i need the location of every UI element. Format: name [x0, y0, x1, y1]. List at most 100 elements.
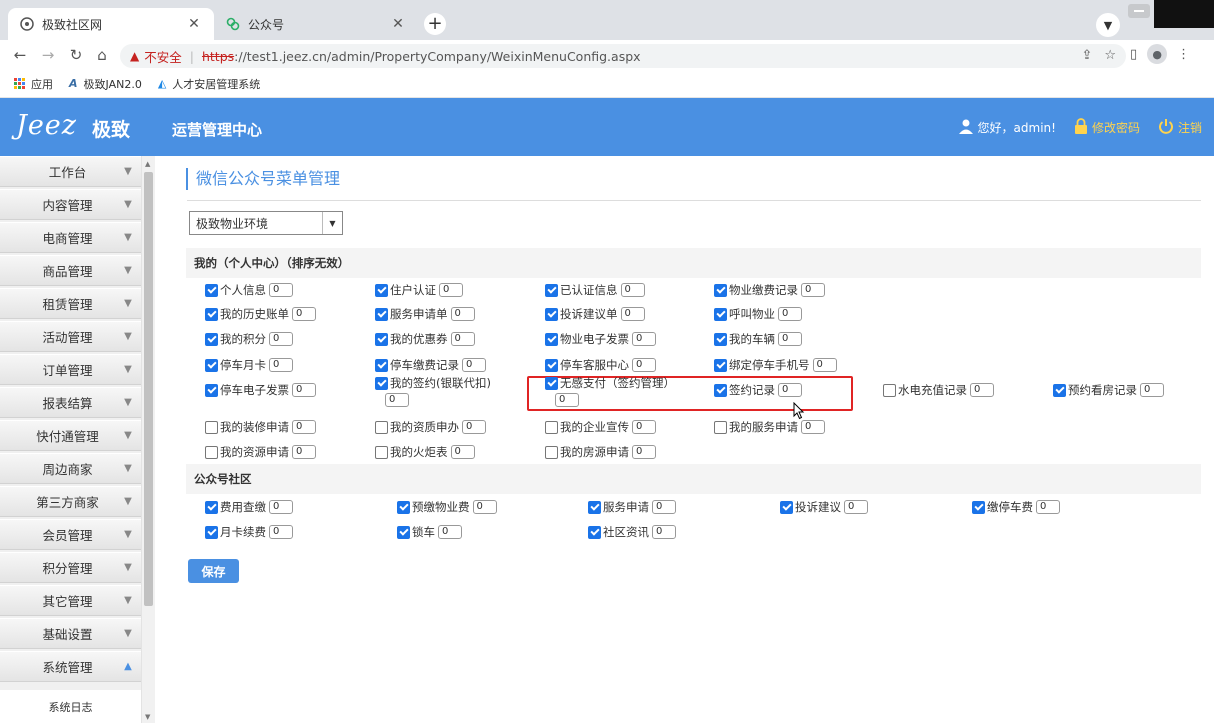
menu-option-checkbox[interactable]: [545, 376, 558, 390]
sort-order-input[interactable]: 0: [555, 393, 579, 407]
menu-option-checkbox[interactable]: [780, 500, 793, 514]
sort-order-input[interactable]: 0: [439, 283, 463, 297]
menu-option-label[interactable]: 物业电子发票: [560, 331, 629, 347]
sidebar-item[interactable]: 周边商家 ▼: [0, 453, 141, 484]
menu-option-checkbox[interactable]: [714, 420, 727, 434]
sort-order-input[interactable]: 0: [1036, 500, 1060, 514]
sort-order-input[interactable]: 0: [292, 445, 316, 459]
sort-order-input[interactable]: 0: [269, 500, 293, 514]
sidebar-item[interactable]: 租赁管理 ▼: [0, 288, 141, 319]
sort-order-input[interactable]: 0: [462, 358, 486, 372]
menu-option-checkbox[interactable]: [375, 358, 388, 372]
sidebar-item[interactable]: 第三方商家 ▼: [0, 486, 141, 517]
sort-order-input[interactable]: 0: [462, 420, 486, 434]
sidebar-item[interactable]: 商品管理 ▼: [0, 255, 141, 286]
menu-option-checkbox[interactable]: [883, 383, 896, 397]
menu-option-label[interactable]: 签约记录: [729, 382, 775, 398]
sort-order-input[interactable]: 0: [778, 307, 802, 321]
menu-option-label[interactable]: 服务申请单: [390, 306, 448, 322]
profile-icon[interactable]: ●: [1147, 44, 1168, 64]
change-password-link[interactable]: 修改密码: [1074, 118, 1140, 137]
menu-option-checkbox[interactable]: [588, 500, 601, 514]
sidebar-item[interactable]: 会员管理 ▼: [0, 519, 141, 550]
menu-option-checkbox[interactable]: [397, 525, 410, 539]
sort-order-input[interactable]: 0: [652, 500, 676, 514]
sort-order-input[interactable]: 0: [778, 332, 802, 346]
menu-option-label[interactable]: 社区资讯: [603, 524, 649, 540]
menu-option-label[interactable]: 预缴物业费: [412, 499, 470, 515]
sort-order-input[interactable]: 0: [292, 420, 316, 434]
star-icon[interactable]: ☆: [1104, 48, 1116, 63]
sort-order-input[interactable]: 0: [801, 283, 825, 297]
menu-option-checkbox[interactable]: [205, 500, 218, 514]
menu-option-checkbox[interactable]: [375, 307, 388, 321]
sort-order-input[interactable]: 0: [620, 283, 645, 297]
menu-option-checkbox[interactable]: [205, 307, 218, 321]
sort-order-input[interactable]: 0: [472, 500, 497, 514]
sidebar-item[interactable]: 积分管理 ▼: [0, 552, 141, 583]
menu-option-label[interactable]: 我的资质申办: [390, 419, 459, 435]
sort-order-input[interactable]: 0: [652, 525, 676, 539]
sidebar-item[interactable]: 基础设置 ▼: [0, 618, 141, 649]
scroll-down-icon[interactable]: ▼: [145, 713, 150, 721]
menu-option-label[interactable]: 我的优惠券: [390, 331, 448, 347]
scroll-up-icon[interactable]: ▲: [145, 160, 150, 168]
menu-option-checkbox[interactable]: [545, 420, 558, 434]
sort-order-input[interactable]: 0: [438, 525, 462, 539]
close-icon[interactable]: ✕: [390, 16, 406, 32]
bookmark-apps[interactable]: 应用: [14, 76, 53, 92]
menu-option-checkbox[interactable]: [375, 445, 388, 459]
menu-option-label[interactable]: 我的企业宣传: [560, 419, 629, 435]
menu-option-checkbox[interactable]: [714, 307, 727, 321]
sidebar-item[interactable]: 活动管理 ▼: [0, 321, 141, 352]
sort-order-input[interactable]: 0: [269, 332, 293, 346]
browser-tab-inactive[interactable]: 公众号 ✕: [214, 8, 418, 40]
menu-option-checkbox[interactable]: [545, 332, 558, 346]
menu-option-checkbox[interactable]: [375, 420, 388, 434]
menu-option-checkbox[interactable]: [205, 358, 218, 372]
menu-option-checkbox[interactable]: [1053, 383, 1066, 397]
menu-option-label[interactable]: 投诉建议单: [560, 306, 618, 322]
menu-option-label[interactable]: 我的服务申请: [729, 419, 798, 435]
share-icon[interactable]: ⇪: [1081, 48, 1092, 63]
menu-option-checkbox[interactable]: [205, 383, 218, 397]
menu-option-label[interactable]: 停车客服中心: [560, 357, 629, 373]
reload-icon[interactable]: ↻: [66, 45, 86, 65]
menu-option-label[interactable]: 绑定停车手机号: [729, 357, 810, 373]
sidebar-item[interactable]: 快付通管理 ▼: [0, 420, 141, 451]
menu-option-label[interactable]: 我的装修申请: [220, 419, 289, 435]
sort-order-input[interactable]: 0: [450, 445, 475, 459]
menu-option-checkbox[interactable]: [545, 307, 558, 321]
menu-option-checkbox[interactable]: [375, 376, 388, 390]
menu-option-checkbox[interactable]: [397, 500, 410, 514]
sort-order-input[interactable]: 0: [269, 283, 293, 297]
bookmark-housing[interactable]: ◭ 人才安居管理系统: [158, 76, 260, 92]
sidebar-item[interactable]: 内容管理 ▼: [0, 189, 141, 220]
menu-option-checkbox[interactable]: [205, 525, 218, 539]
forward-icon[interactable]: →: [38, 45, 58, 65]
sidebar-scrollbar[interactable]: ▲ ▼: [141, 156, 155, 723]
environment-select[interactable]: 极致物业环境 ▼: [189, 211, 343, 235]
sidebar-item[interactable]: 工作台 ▼: [0, 156, 141, 187]
menu-option-label[interactable]: 停车电子发票: [220, 382, 289, 398]
menu-option-label[interactable]: 我的资源申请: [220, 444, 289, 460]
sort-order-input[interactable]: 0: [450, 332, 475, 346]
sort-order-input[interactable]: 0: [970, 383, 994, 397]
save-button[interactable]: 保存: [188, 559, 239, 583]
sort-order-input[interactable]: 0: [632, 332, 656, 346]
menu-option-label[interactable]: 停车月卡: [220, 357, 266, 373]
menu-option-label[interactable]: 我的历史账单: [220, 306, 289, 322]
sort-order-input[interactable]: 0: [385, 393, 409, 407]
menu-option-label[interactable]: 无感支付（签约管理）: [560, 375, 675, 391]
menu-option-label[interactable]: 缴停车费: [987, 499, 1033, 515]
chevron-down-icon[interactable]: ▼: [1096, 13, 1120, 37]
sidebar-item[interactable]: 系统管理 ▲: [0, 651, 141, 682]
sort-order-input[interactable]: 0: [269, 525, 293, 539]
sidepanel-icon[interactable]: ▯: [1130, 47, 1137, 62]
menu-option-checkbox[interactable]: [714, 283, 727, 297]
menu-option-label[interactable]: 我的房源申请: [560, 444, 629, 460]
sidebar-item[interactable]: 电商管理 ▼: [0, 222, 141, 253]
menu-option-checkbox[interactable]: [714, 383, 727, 397]
sort-order-input[interactable]: 0: [450, 307, 475, 321]
menu-option-label[interactable]: 水电充值记录: [898, 382, 967, 398]
